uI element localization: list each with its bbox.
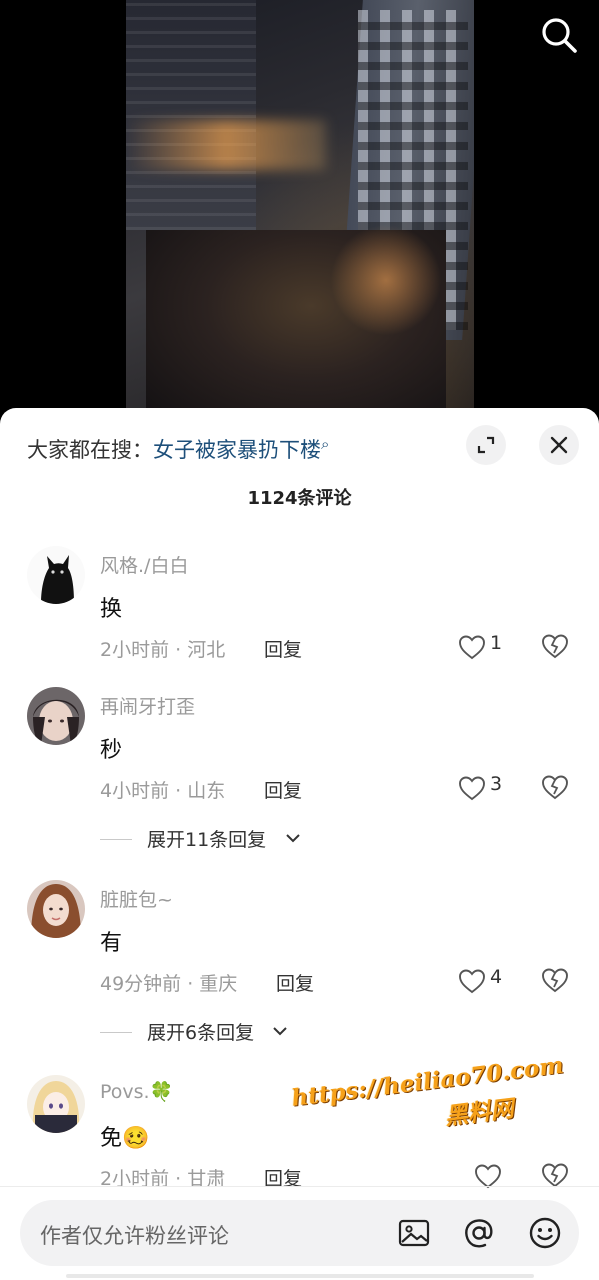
- like-button[interactable]: 3: [458, 773, 514, 803]
- comment-username[interactable]: 脏脏包~: [100, 885, 173, 912]
- comment-text: 免🥴: [100, 1126, 150, 1151]
- comment-count: 1124条评论: [247, 488, 352, 509]
- home-indicator: [66, 1274, 534, 1278]
- avatar[interactable]: [27, 546, 85, 604]
- dislike-button[interactable]: [541, 633, 569, 661]
- dislike-button[interactable]: [541, 967, 569, 995]
- broken-heart-icon: [542, 634, 568, 659]
- avatar[interactable]: [27, 880, 85, 938]
- heart-icon: [459, 635, 485, 660]
- expand-button[interactable]: [466, 425, 506, 465]
- close-icon: [550, 436, 568, 454]
- reply-button[interactable]: 回复: [264, 776, 302, 803]
- search-icon: [542, 18, 577, 53]
- magnifier-icon[interactable]: ⌕: [321, 435, 329, 453]
- comment-meta: 2小时前 · 河北: [100, 639, 226, 661]
- heart-icon: [459, 776, 485, 801]
- comment-text: 换: [100, 597, 123, 622]
- like-count: 1: [490, 632, 503, 654]
- video-frame[interactable]: [126, 0, 474, 420]
- video-scene-lights: [126, 120, 326, 170]
- comment-input-bar[interactable]: 作者仅允许粉丝评论: [20, 1200, 579, 1266]
- heart-icon: [459, 969, 485, 994]
- comment-username[interactable]: Povs.🍀: [100, 1080, 173, 1103]
- at-icon: [465, 1219, 493, 1248]
- expand-replies-label: 展开6条回复: [147, 1022, 255, 1044]
- broken-heart-icon: [542, 1163, 568, 1188]
- dislike-button[interactable]: [541, 774, 569, 802]
- avatar-cat-image: [27, 546, 85, 604]
- close-button[interactable]: [539, 425, 579, 465]
- trending-label: 大家都在搜：: [27, 438, 153, 462]
- avatar[interactable]: [27, 687, 85, 745]
- like-count: 4: [490, 966, 503, 988]
- like-button[interactable]: 1: [458, 632, 514, 662]
- comment-username[interactable]: 风格./白白: [100, 551, 188, 578]
- emoji-icon: [529, 1217, 561, 1249]
- avatar-anime-image: [27, 1075, 85, 1133]
- avatar[interactable]: [27, 1075, 85, 1133]
- expand-divider: [100, 1032, 132, 1033]
- reply-button[interactable]: 回复: [276, 969, 314, 996]
- comment-meta: 4小时前 · 山东: [100, 780, 226, 802]
- expand-replies-label: 展开11条回复: [147, 829, 267, 851]
- chevron-down-icon: [286, 834, 300, 843]
- comment-input[interactable]: 作者仅允许粉丝评论: [40, 1220, 229, 1250]
- image-button[interactable]: [396, 1215, 432, 1251]
- reply-button[interactable]: 回复: [264, 635, 302, 662]
- video-scene-building-left: [126, 0, 256, 230]
- comment-text: 有: [100, 931, 123, 956]
- mention-button[interactable]: [461, 1215, 497, 1251]
- input-divider: [0, 1186, 599, 1187]
- like-button[interactable]: 4: [458, 966, 514, 996]
- trending-search: 大家都在搜：女子被家暴扔下楼⌕: [27, 430, 329, 464]
- avatar-photo: [27, 687, 85, 745]
- image-icon: [398, 1219, 430, 1247]
- comment-sheet: 大家都在搜：女子被家暴扔下楼⌕ 1124条评论 风格./白白 换 2小时前 · …: [0, 408, 599, 1280]
- emoji-button[interactable]: [527, 1215, 563, 1251]
- expand-icon: [477, 436, 495, 454]
- avatar-photo: [27, 880, 85, 938]
- trending-query-link[interactable]: 女子被家暴扔下楼: [153, 438, 321, 462]
- comment-username[interactable]: 再闹牙打歪: [100, 692, 195, 719]
- broken-heart-icon: [542, 775, 568, 800]
- like-count: 3: [490, 773, 503, 795]
- search-button[interactable]: [538, 14, 580, 56]
- broken-heart-icon: [542, 968, 568, 993]
- video-player[interactable]: [0, 0, 599, 420]
- comment-meta: 49分钟前 · 重庆: [100, 973, 238, 995]
- chevron-down-icon: [273, 1027, 287, 1036]
- expand-divider: [100, 839, 132, 840]
- video-scene-glow: [326, 220, 446, 340]
- comment-text: 秒: [100, 738, 123, 763]
